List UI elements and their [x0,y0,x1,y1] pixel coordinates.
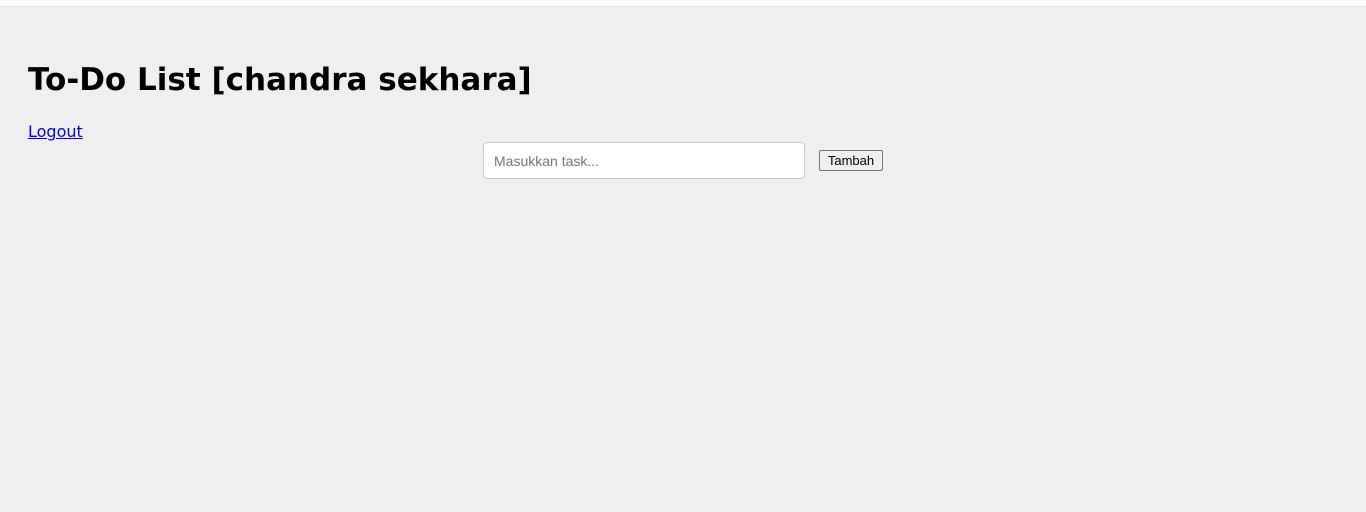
add-task-button[interactable]: Tambah [819,150,883,171]
page-title: To-Do List [chandra sekhara] [28,62,532,98]
task-input[interactable] [483,142,805,179]
logout-link[interactable]: Logout [28,122,83,142]
top-strip [0,0,1366,7]
